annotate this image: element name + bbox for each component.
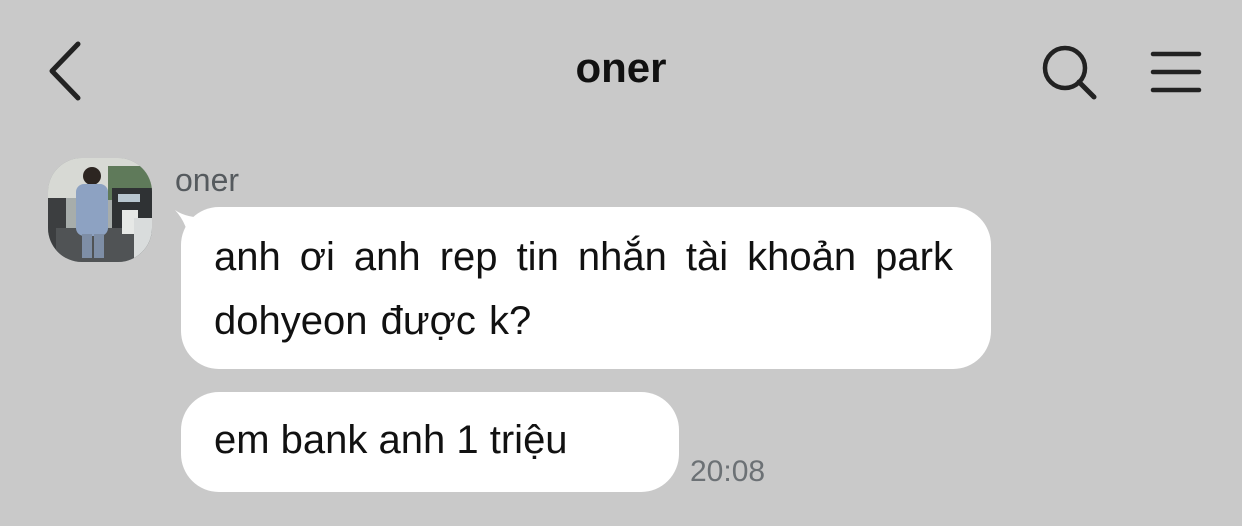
message-bubble[interactable]: anh ơi anh rep tin nhắn tài khoản park d… <box>181 207 991 369</box>
avatar[interactable] <box>48 158 152 262</box>
search-icon <box>1042 45 1097 100</box>
sender-name: oner <box>175 162 240 198</box>
back-button[interactable] <box>44 40 88 102</box>
message-text: anh ơi anh rep tin nhắn tài khoản park d… <box>214 235 953 343</box>
message-text: em bank anh 1 triệu <box>214 418 568 462</box>
menu-button[interactable] <box>1148 48 1206 98</box>
hamburger-menu-icon <box>1150 51 1202 93</box>
chat-header: oner <box>0 0 1242 140</box>
profile-photo <box>48 158 152 262</box>
message-bubble[interactable]: em bank anh 1 triệu <box>181 392 679 492</box>
message-timestamp: 20:08 <box>690 455 766 488</box>
search-button[interactable] <box>1040 44 1100 100</box>
chevron-left-icon <box>49 41 81 101</box>
